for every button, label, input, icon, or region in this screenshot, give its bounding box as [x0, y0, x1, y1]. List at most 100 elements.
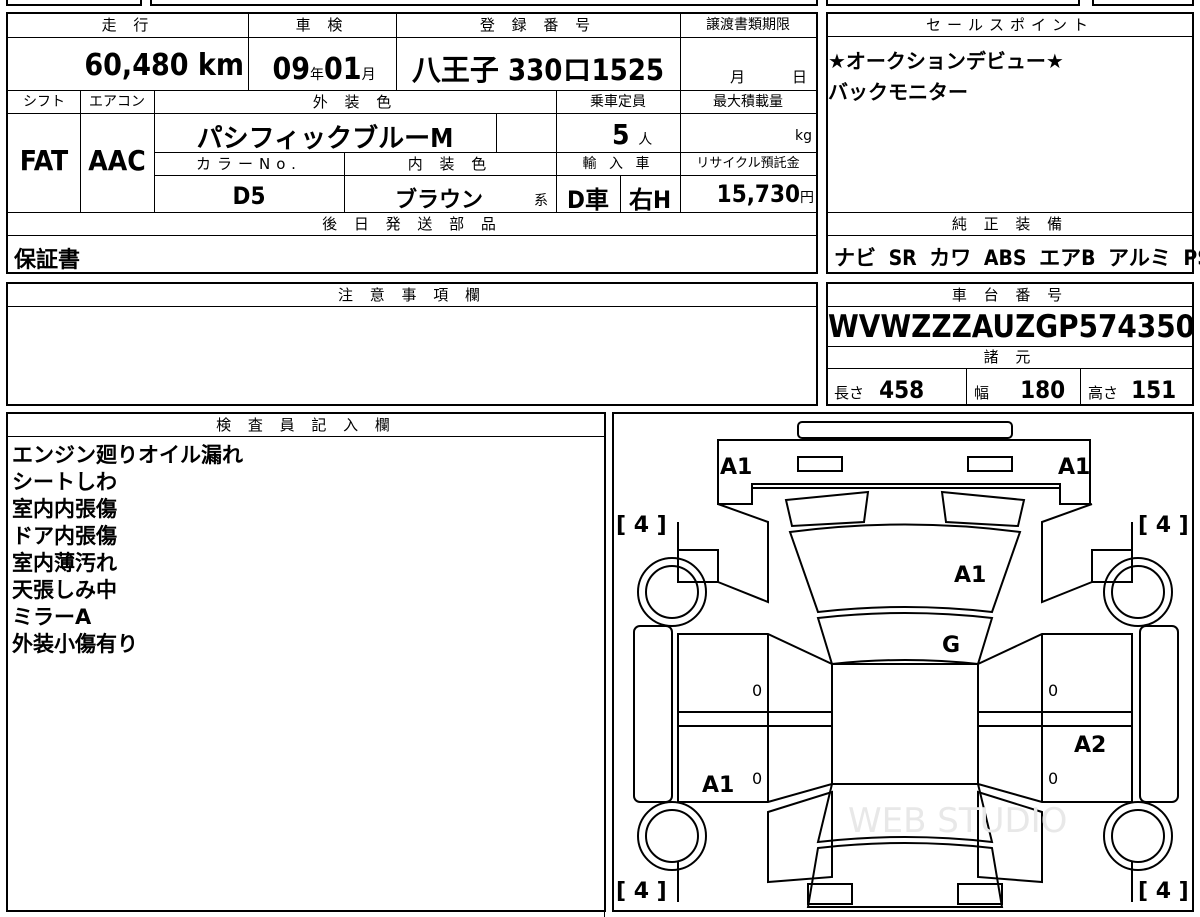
- left-front-fender: [677, 549, 719, 583]
- sales-point-header: セールスポイント: [828, 14, 1192, 37]
- sales-point-panel: セールスポイント ★オークションデビュー★ バックモニター 純 正 装 備 ナビ…: [826, 12, 1200, 274]
- shift-value: FAT: [19, 144, 69, 177]
- color-no-header: カラーNo.: [196, 155, 302, 173]
- sales-line-2: バックモニター: [828, 80, 968, 104]
- shaken-value: 09年01月: [252, 50, 396, 95]
- zero-right-rear: 0: [1048, 769, 1058, 788]
- inspector-note-1: エンジン廻りオイル漏れ: [12, 443, 243, 467]
- right-door-divider: [978, 711, 1132, 727]
- aircon-header: エアコン: [89, 94, 145, 110]
- inspector-note-7: ミラーA: [12, 605, 92, 629]
- inspector-note-4: ドア内張傷: [12, 524, 117, 548]
- inspector-notes: エンジン廻りオイル漏れ シートしわ 室内内張傷 ドア内張傷 室内薄汚れ 天張しみ…: [12, 442, 243, 658]
- mark-rear-left-door: A1: [702, 773, 734, 798]
- aircon-value: AAC: [88, 144, 146, 177]
- tire-front-right: [1103, 557, 1173, 627]
- tire-tread-rr: [ 4 ]: [1138, 879, 1189, 904]
- int-color-suffix: 系: [534, 193, 548, 209]
- top-cutoff-box-3: [826, 0, 1080, 6]
- year-unit: 年: [310, 67, 324, 83]
- right-front-wing: [1041, 503, 1093, 604]
- main-info-table: 走 行 車 検 登 録 番 号 譲渡書類期限 60,480 km 09年01月 …: [6, 12, 818, 274]
- hood-outline: [717, 439, 1091, 505]
- tire-front-left: [637, 557, 707, 627]
- zero-left-rear: 0: [752, 769, 762, 788]
- vin-value: WVWZZZAUZGP574350: [828, 309, 1196, 345]
- mileage-value: 60,480 km: [8, 46, 244, 86]
- length-value: 458: [879, 376, 925, 404]
- right-sill: [1139, 625, 1179, 803]
- sales-point-lines: ★オークションデビュー★ バックモニター: [828, 46, 1064, 108]
- inspector-note-2: シートしわ: [12, 470, 117, 494]
- max-load-unit: kg: [795, 128, 812, 144]
- zero-right-front: 0: [1048, 681, 1058, 700]
- inspector-panel: 検 査 員 記 入 欄 エンジン廻りオイル漏れ シートしわ 室内内張傷 ドア内張…: [6, 412, 606, 917]
- transfer-header: 譲渡書類期限: [706, 17, 790, 33]
- width-label: 幅: [974, 384, 990, 402]
- equipment-header: 純 正 装 備: [828, 213, 1192, 236]
- right-front-fender: [1091, 549, 1133, 583]
- left-rear-quarter: [767, 790, 833, 884]
- parts-value: 保証書: [14, 248, 81, 273]
- roof: [831, 663, 979, 785]
- mark-front-right: A1: [1058, 455, 1090, 480]
- mark-front-left: A1: [720, 455, 752, 480]
- mark-glass: G: [942, 633, 960, 658]
- parts-header: 後 日 発 送 部 品: [322, 215, 502, 233]
- car-diagram-panel: A1 A1 A1 G A2 A1 [ 4 ] [ 4 ] [ 4 ] [ 4 ]…: [612, 412, 1194, 912]
- rear-light-left: [807, 883, 853, 905]
- shift-header: シフト: [23, 94, 65, 110]
- headlight-right: [967, 456, 1013, 472]
- vin-specs-panel: 車 台 番 号 WVWZZZAUZGP574350 諸 元 長さ 458 幅 1…: [826, 282, 1196, 406]
- left-sill: [633, 625, 673, 803]
- mark-rear-right-door: A2: [1074, 733, 1106, 758]
- top-cutoff-box-4: [1092, 0, 1194, 6]
- capacity-number: 5: [612, 118, 630, 151]
- headlight-left: [797, 456, 843, 472]
- recycle-number: 15,730: [716, 180, 800, 208]
- mark-roof: A1: [954, 563, 986, 588]
- capacity-value: 5 人: [568, 118, 668, 151]
- spec-length: 長さ 458: [834, 376, 964, 404]
- handle-value: 右H: [628, 186, 672, 214]
- top-cutoff-box-2: [150, 0, 818, 6]
- watermark: WEB STUDIO: [848, 801, 1067, 841]
- caution-panel: 注 意 事 項 欄: [6, 282, 818, 406]
- ext-color-header: 外 装 色: [312, 93, 398, 111]
- month-unit: 月: [361, 67, 376, 83]
- front-bumper: [797, 421, 1013, 439]
- reg-no-header: 登 録 番 号: [479, 16, 597, 34]
- int-color-value: ブラウン: [394, 188, 483, 213]
- recycle-unit: 円: [800, 190, 814, 206]
- shaken-header: 車 検: [295, 16, 349, 34]
- equipment-items: ナビ SR カワ ABS エアB アルミ PS PW: [834, 246, 1200, 270]
- tire-tread-fr: [ 4 ]: [1138, 513, 1189, 538]
- spec-width: 幅 180: [974, 376, 1078, 404]
- tire-tread-fl: [ 4 ]: [616, 513, 667, 538]
- inspector-note-3: 室内内張傷: [12, 497, 117, 521]
- caution-header: 注 意 事 項 欄: [8, 284, 816, 307]
- recycle-value: 15,730円: [680, 180, 814, 208]
- car-diagram: A1 A1 A1 G A2 A1 [ 4 ] [ 4 ] [ 4 ] [ 4 ]…: [616, 421, 1189, 908]
- transfer-day: 日: [792, 68, 808, 86]
- trunk: [806, 842, 1004, 908]
- roof-front: [816, 612, 994, 666]
- tire-rear-left: [637, 801, 707, 871]
- int-color-header: 内 装 色: [407, 155, 493, 173]
- mileage-number: 60,480: [84, 48, 189, 83]
- capacity-header: 乗車定員: [590, 94, 646, 110]
- left-door-divider: [678, 711, 832, 727]
- import-header: 輸 入 車: [582, 156, 654, 172]
- import-car-value: D車: [567, 186, 609, 214]
- shaken-month: 01: [324, 52, 362, 87]
- shaken-year: 09: [272, 52, 310, 87]
- ext-color-value: パシフィックブルーM: [196, 124, 454, 154]
- height-value: 151: [1131, 376, 1177, 404]
- left-front-wing: [717, 503, 769, 604]
- zero-left-front: 0: [752, 681, 762, 700]
- capacity-unit: 人: [638, 132, 653, 148]
- mileage-unit: km: [197, 48, 244, 83]
- tire-rear-right: [1103, 801, 1173, 871]
- front-vent-left: [784, 490, 870, 528]
- spec-height: 高さ 151: [1088, 376, 1192, 404]
